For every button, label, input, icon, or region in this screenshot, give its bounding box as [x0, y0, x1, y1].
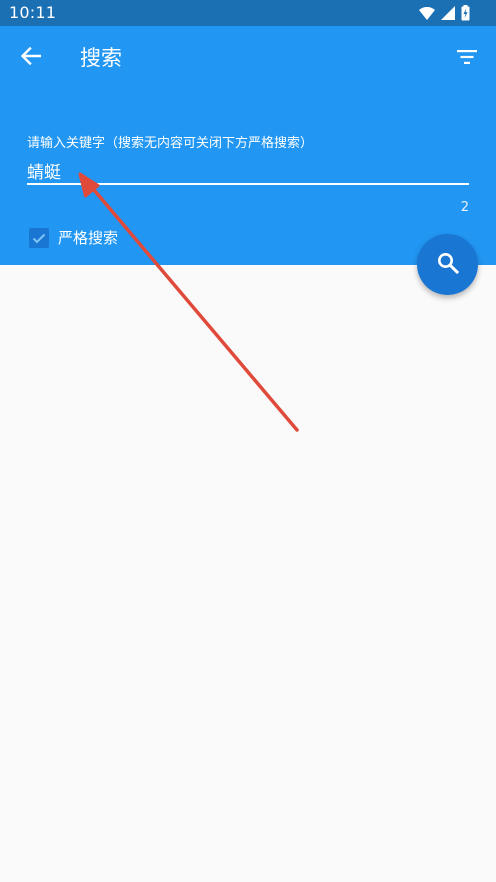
strict-search-label: 严格搜索 — [58, 229, 119, 247]
char-counter: 2 — [460, 200, 469, 215]
filter-list-icon — [457, 49, 477, 68]
check-icon — [32, 233, 46, 243]
app-header: 搜索 请输入关键字（搜索无内容可关闭下方严格搜索） 2 严格搜索 — [0, 26, 496, 265]
search-input[interactable] — [27, 157, 469, 185]
status-bar: 10:11 — [0, 0, 496, 26]
back-button[interactable] — [14, 43, 48, 73]
wifi-icon — [419, 6, 435, 20]
search-fab-button[interactable] — [417, 234, 478, 295]
strict-search-checkbox[interactable] — [29, 228, 49, 248]
search-icon — [437, 252, 459, 278]
battery-charging-icon — [461, 5, 470, 21]
page-title: 搜索 — [80, 46, 122, 70]
status-time: 10:11 — [9, 3, 57, 22]
arrow-back-icon — [20, 46, 42, 69]
search-field-label: 请输入关键字（搜索无内容可关闭下方严格搜索） — [27, 136, 314, 151]
strict-search-toggle[interactable]: 严格搜索 — [29, 227, 118, 249]
signal-icon — [441, 6, 455, 20]
search-screen: 10:11 搜索 请输入关键字（搜索无内容可关闭下方严格搜索） 蜻蜓 2 严格搜… — [0, 0, 496, 882]
status-icons — [419, 4, 470, 22]
filter-button[interactable] — [452, 45, 482, 71]
